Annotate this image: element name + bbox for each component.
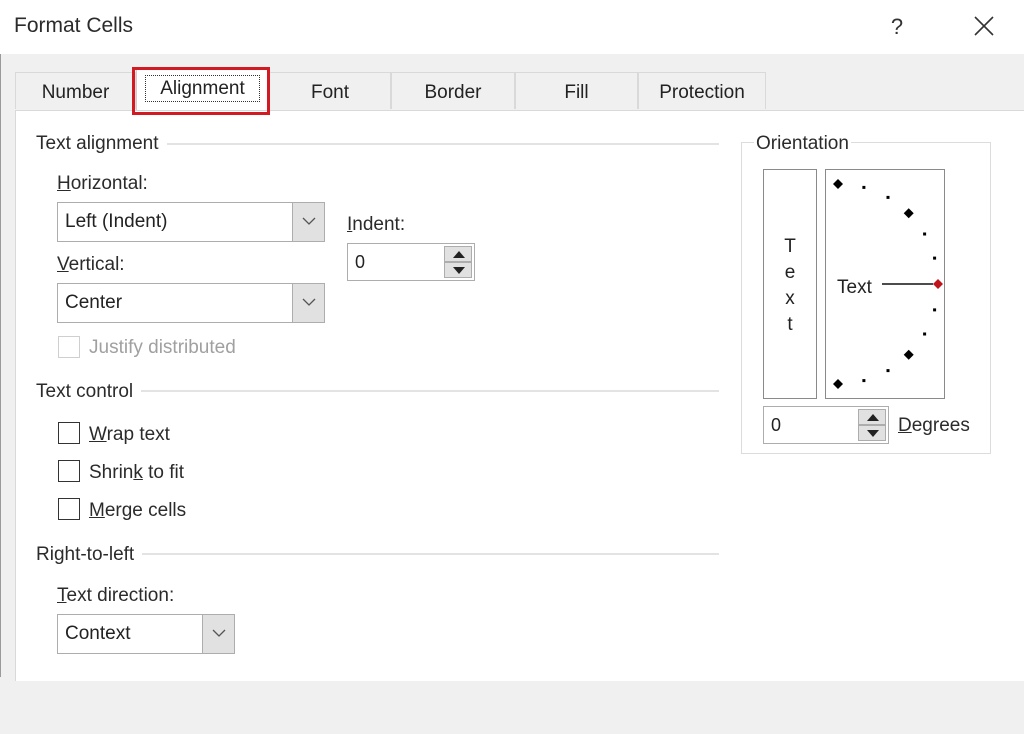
vertical-text-letter: e <box>784 262 796 283</box>
degrees-value[interactable]: 0 <box>771 407 781 443</box>
merge-post: erge cells <box>104 500 187 521</box>
shrink-post: to fit <box>142 462 185 483</box>
triangle-down-icon <box>867 430 879 437</box>
tab-alignment[interactable]: Alignment <box>136 68 269 110</box>
vertical-text-letter: T <box>784 236 796 257</box>
dial-minor-marker[interactable] <box>862 185 866 189</box>
text-alignment-group-label: Text alignment <box>36 133 167 155</box>
dial-minor-marker[interactable] <box>923 332 927 336</box>
dial-minor-marker[interactable] <box>923 232 927 236</box>
text-direction-label-text: ext direction: <box>66 585 175 606</box>
horizontal-dropdown-button[interactable] <box>292 203 324 241</box>
dial-minor-marker[interactable] <box>933 308 937 312</box>
vertical-value: Center <box>65 292 123 313</box>
dial-major-marker[interactable] <box>833 179 843 189</box>
wrap-text-checkbox[interactable] <box>58 422 80 444</box>
text-direction-dropdown-button[interactable] <box>202 615 234 653</box>
tab-font[interactable]: Font <box>269 72 391 109</box>
degrees-label: Degrees <box>898 415 970 437</box>
close-icon <box>974 16 994 36</box>
degrees-increment-button[interactable] <box>858 409 886 425</box>
indent-value[interactable]: 0 <box>355 244 365 280</box>
dial-selected-marker[interactable] <box>933 279 943 289</box>
vertical-label-text: ertical: <box>68 254 125 275</box>
vertical-mnemonic: V <box>57 254 69 275</box>
degrees-stepper[interactable]: 0 <box>763 406 889 444</box>
text-direction-mnemonic: T <box>57 585 67 606</box>
shrink-mnemonic: k <box>133 462 143 483</box>
horizontal-mnemonic: H <box>57 173 71 194</box>
right-to-left-group-label: Right-to-left <box>36 544 143 566</box>
orientation-group-label: Orientation <box>754 133 851 155</box>
indent-increment-button[interactable] <box>444 246 472 262</box>
text-control-group-label: Text control <box>36 381 142 403</box>
help-button[interactable]: ? <box>884 12 910 42</box>
vertical-text-letter: t <box>787 314 793 335</box>
vertical-text-orientation-button[interactable]: T e x t <box>763 169 817 399</box>
merge-cells-checkbox[interactable] <box>58 498 80 520</box>
justify-distributed-label: Justify distributed <box>89 337 236 358</box>
tab-protection[interactable]: Protection <box>638 72 766 109</box>
orientation-dial[interactable]: Text <box>825 169 945 399</box>
merge-cells-label: Merge cells <box>89 500 186 522</box>
close-button[interactable] <box>966 10 1002 44</box>
merge-mnemonic: M <box>89 500 105 521</box>
chevron-down-icon <box>212 629 226 637</box>
dial-minor-marker[interactable] <box>862 379 866 383</box>
degrees-decrement-button[interactable] <box>858 425 886 441</box>
dial-minor-marker[interactable] <box>886 195 890 199</box>
dial-major-marker[interactable] <box>903 208 914 219</box>
shrink-to-fit-label: Shrink to fit <box>89 462 184 484</box>
vertical-dropdown[interactable]: Center <box>57 283 325 323</box>
horizontal-dropdown[interactable]: Left (Indent) <box>57 202 325 242</box>
wrap-text-mnemonic: W <box>89 424 107 445</box>
dial-major-marker[interactable] <box>903 349 914 360</box>
dialog-title: Format Cells <box>14 14 134 37</box>
tab-border[interactable]: Border <box>391 72 515 109</box>
dial-minor-marker[interactable] <box>933 256 937 260</box>
degrees-mnemonic: D <box>898 415 912 436</box>
tab-fill[interactable]: Fill <box>515 72 638 109</box>
text-direction-dropdown[interactable]: Context <box>57 614 235 654</box>
indent-stepper[interactable]: 0 <box>347 243 475 281</box>
triangle-down-icon <box>453 267 465 274</box>
vertical-label: Vertical: <box>57 254 125 276</box>
text-direction-label: Text direction: <box>57 585 174 607</box>
tab-alignment-label: Alignment <box>160 78 245 99</box>
horizontal-label: Horizontal: <box>57 173 148 195</box>
chevron-down-icon <box>302 217 316 225</box>
indent-label: Indent: <box>347 214 405 236</box>
triangle-up-icon <box>453 251 465 258</box>
triangle-up-icon <box>867 414 879 421</box>
justify-distributed-checkbox[interactable] <box>58 336 80 358</box>
orientation-dial-text: Text <box>837 277 872 298</box>
tab-number[interactable]: Number <box>15 72 136 109</box>
degrees-label-text: egrees <box>911 415 970 436</box>
vertical-text-letter: x <box>785 288 795 309</box>
wrap-text-post: rap text <box>106 424 170 445</box>
dial-minor-marker[interactable] <box>886 369 890 373</box>
wrap-text-label: Wrap text <box>89 424 170 446</box>
vertical-dropdown-button[interactable] <box>292 284 324 322</box>
chevron-down-icon <box>302 298 316 306</box>
shrink-to-fit-checkbox[interactable] <box>58 460 80 482</box>
window-border <box>0 54 1 677</box>
shrink-pre: Shrin <box>89 462 134 483</box>
indent-decrement-button[interactable] <box>444 262 472 278</box>
horizontal-value: Left (Indent) <box>65 211 168 232</box>
title-bar: Format Cells ? <box>0 0 1024 54</box>
indent-label-text: ndent: <box>352 214 406 235</box>
text-direction-value: Context <box>65 623 131 644</box>
dial-major-marker[interactable] <box>833 379 843 389</box>
horizontal-label-text: orizontal: <box>70 173 148 194</box>
